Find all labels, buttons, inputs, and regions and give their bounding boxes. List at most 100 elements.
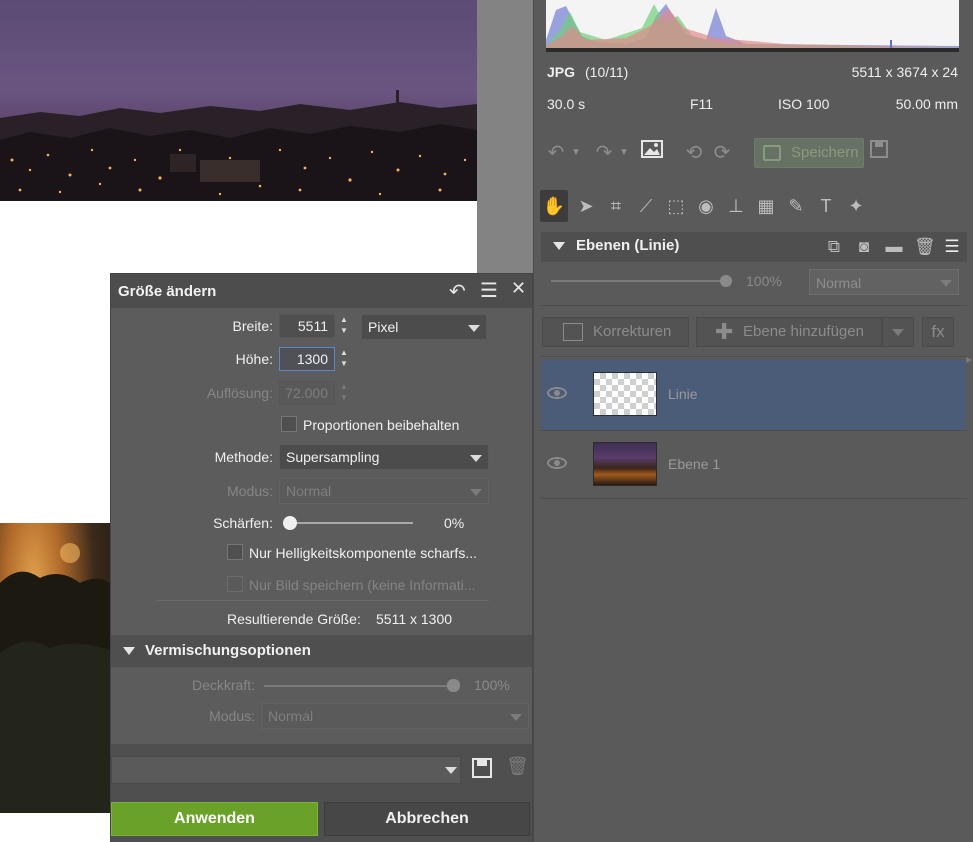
width-label: Breite: [232,318,273,334]
opacity-slider-track[interactable] [264,685,454,687]
chevron-down-icon [445,767,457,774]
chevron-down-icon [892,329,904,336]
duplicate-layer-icon[interactable]: ⧉ [824,237,844,257]
mode-select[interactable]: Normal [279,478,489,504]
close-icon[interactable]: ✕ [511,278,526,299]
divider [541,305,967,306]
text-tool-icon[interactable]: T [812,190,840,222]
sharpen-value: 0% [444,515,465,531]
chevron-down-icon [468,325,480,332]
layer-opacity-row: 100% Normal [541,265,967,301]
grid-tool-icon[interactable]: ▦ [752,190,780,222]
eye-icon[interactable] [547,387,567,399]
width-input[interactable]: 5511 [279,314,335,338]
sharpen-slider-track[interactable] [289,522,413,524]
result-size-label: Resultierende Größe: [227,611,361,627]
selection-tool-icon[interactable]: ⬚ [662,190,690,222]
fx-button[interactable]: fx [922,317,954,347]
save-image-only-checkbox[interactable] [227,576,243,592]
add-layer-label: Ebene hinzufügen [743,323,864,340]
width-stepper[interactable]: ▲ ▼ [338,314,350,338]
add-layer-dropdown[interactable] [882,317,914,347]
undo-history-icon[interactable]: ▼ [564,138,588,168]
opacity-value: 100% [474,677,510,693]
layer-opacity-track[interactable] [551,280,731,282]
blend-options-header[interactable]: Vermischungsoptionen [111,635,532,667]
apply-button[interactable]: Anwenden [111,802,318,836]
transform-tool-icon[interactable]: ⟋ [632,190,660,222]
corrections-button[interactable]: Korrekturen [542,317,689,347]
layer-row-ebene-1[interactable]: Ebene 1 [541,430,966,500]
blend-mode-value: Normal [268,708,314,724]
save-button-label: Speichern [791,144,859,161]
dialog-footer: 🗑 Anwenden Abbrechen [111,744,532,842]
resolution-input[interactable]: 72.000 [279,381,335,405]
blend-mode-select[interactable]: Normal [261,703,529,729]
opacity-label: Deckkraft: [191,677,255,693]
luminance-only-checkbox[interactable] [227,544,243,560]
clone-tool-icon[interactable]: ⊥ [722,190,750,222]
select-tool-icon[interactable]: ➤ [572,190,600,222]
layers-panel-header[interactable]: Ebenen (Linie) ⧉ ◙ ▬ 🗑 ☰ [541,232,967,262]
effects-tool-icon[interactable]: ✦ [842,190,870,222]
hand-tool-icon[interactable]: ✋ [540,190,568,222]
histogram [546,0,959,52]
brush-tool-icon[interactable]: ✎ [782,190,810,222]
method-label: Methode: [214,449,273,465]
crop-tool-icon[interactable]: ⌗ [602,190,630,222]
dialog-title-bar[interactable]: Größe ändern ↶ ☰ ✕ [111,274,532,308]
photo-city-night [0,0,477,201]
layer-blend-mode-select[interactable]: Normal [809,269,959,295]
collapse-triangle-icon[interactable] [553,242,565,250]
file-format: JPG [547,64,576,80]
opacity-slider-knob[interactable] [447,679,460,692]
dialog-menu-icon[interactable]: ☰ [480,278,498,303]
eye-icon[interactable] [547,457,567,469]
method-select[interactable]: Supersampling [279,444,489,470]
height-stepper[interactable]: ▲ ▼ [338,347,350,371]
layer-opacity-knob[interactable] [720,275,732,287]
keep-proportions-label: Proportionen beibehalten [303,417,460,433]
exposure-time: 30.0 s [547,96,586,112]
chevron-down-icon [510,714,522,721]
save-button[interactable]: Speichern [754,138,864,168]
save-preset-icon[interactable] [471,757,493,782]
red-eye-tool-icon[interactable]: ◉ [692,190,720,222]
cancel-button[interactable]: Abbrechen [324,802,530,836]
rotate-right-icon[interactable]: ⟳ [710,138,734,168]
right-panel: JPG (10/11) 5511 x 3674 x 24 30.0 s F11 … [533,0,973,842]
resolution-label: Auflösung: [206,385,273,401]
layers-menu-icon[interactable]: ☰ [942,237,962,257]
sharpen-label: Schärfen: [213,515,273,531]
iso-value: ISO 100 [778,96,830,112]
rotate-left-icon[interactable]: ⟲ [682,138,706,168]
luminance-only-label: Nur Helligkeitskomponente scharfs... [249,545,477,561]
delete-preset-icon[interactable]: 🗑 [506,756,529,777]
corrections-label: Korrekturen [593,323,672,340]
sharpen-slider-knob[interactable] [283,516,297,530]
exif-row: 30.0 s F11 ISO 100 50.00 mm [547,96,958,116]
redo-history-icon[interactable]: ▼ [612,138,636,168]
keep-proportions-checkbox[interactable] [281,416,297,432]
image-icon[interactable] [640,138,664,168]
layer-row-linie[interactable]: Linie [541,360,966,430]
delete-layer-icon[interactable]: 🗑 [914,237,936,257]
tools-toolbar: ✋ ➤ ⌗ ⟋ ⬚ ◉ ⊥ ▦ ✎ T ✦ [540,190,960,224]
photo-sunset-trees [0,523,112,813]
panel-expand-arrow-icon[interactable]: ▸ [966,352,972,366]
save-image-only-label: Nur Bild speichern (keine Informati... [249,577,476,593]
divider [541,356,967,357]
height-input[interactable]: 1300 [279,347,335,371]
add-layer-button[interactable]: ✚ Ebene hinzufügen [696,317,882,347]
unit-select[interactable]: Pixel [361,314,487,340]
resolution-stepper[interactable]: ▲ ▼ [338,381,350,405]
divider [541,498,967,499]
collapse-triangle-icon[interactable] [123,647,135,655]
folder-icon[interactable]: ▬ [884,237,904,257]
layer-blend-mode-value: Normal [816,275,862,291]
mode-label: Modus: [227,483,273,499]
save-as-icon[interactable] [867,138,891,168]
reset-icon[interactable]: ↶ [449,279,466,304]
mask-icon[interactable]: ◙ [854,237,874,257]
preset-select[interactable] [111,756,461,784]
